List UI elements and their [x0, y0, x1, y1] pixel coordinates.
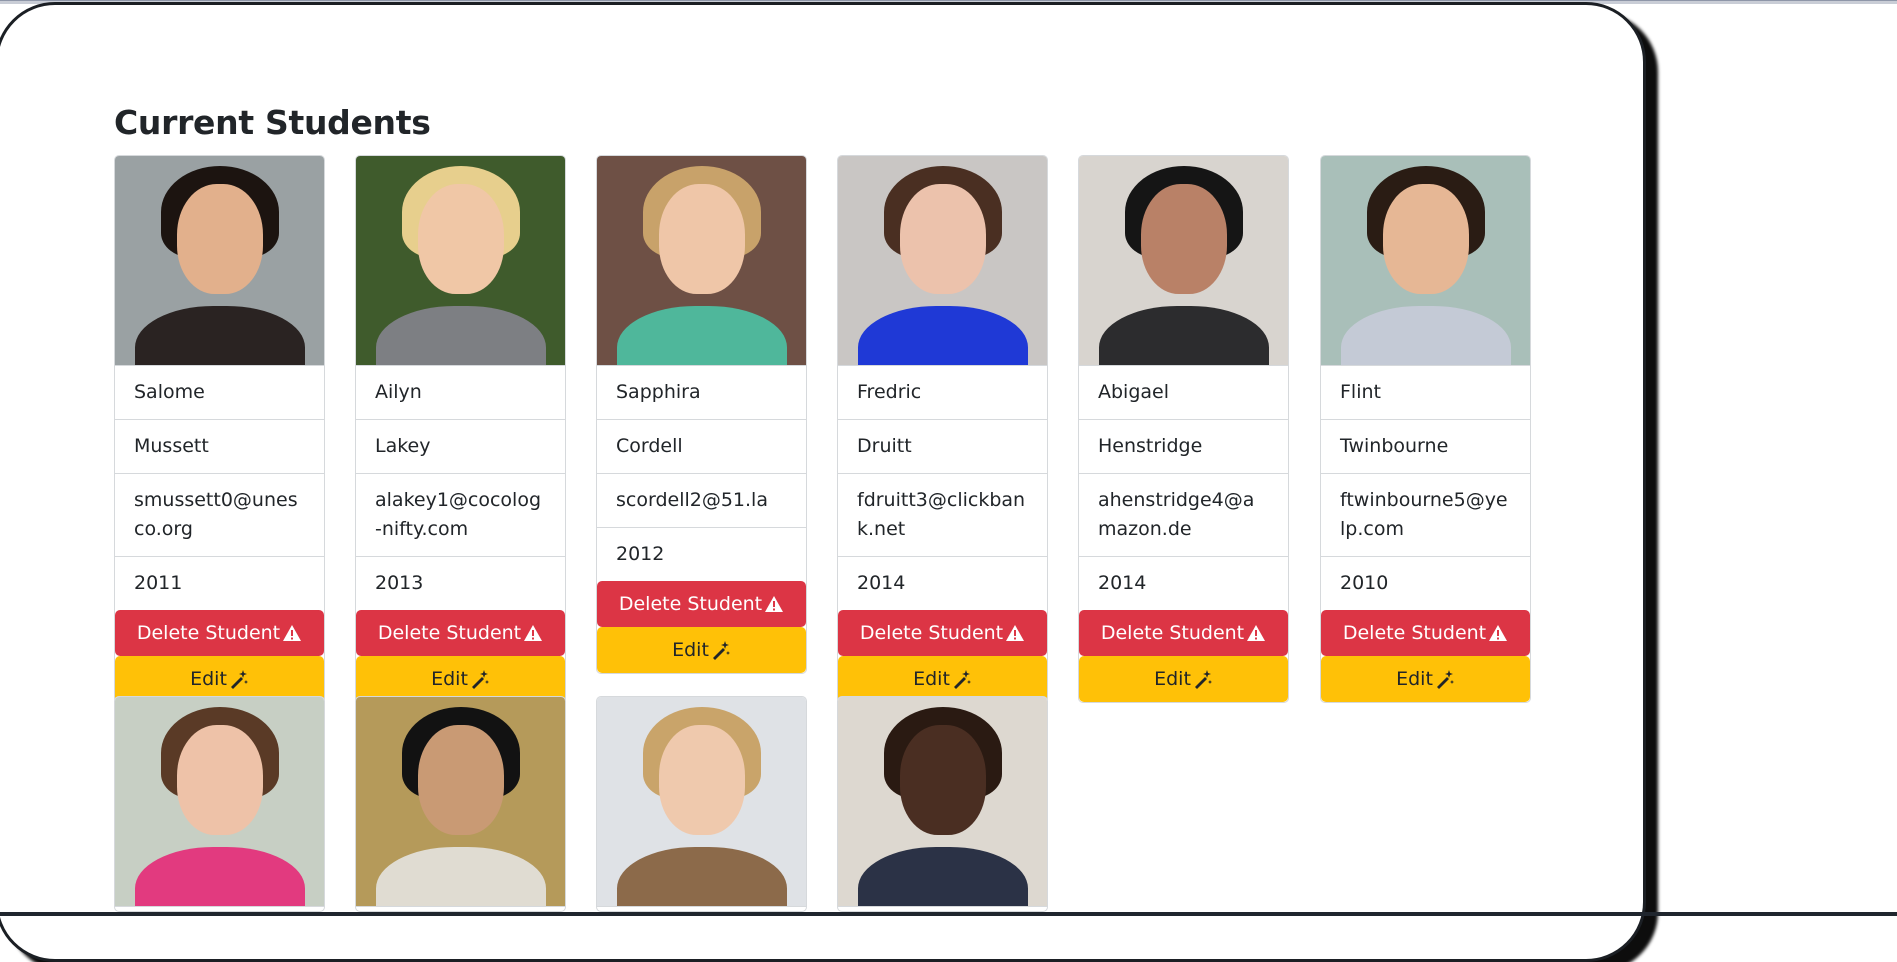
magic-wand-icon [712, 641, 730, 660]
student-email: ftwinbourne5@yelp.com [1321, 474, 1530, 557]
warning-triangle-icon [1489, 625, 1508, 641]
student-year: 2012 [616, 543, 665, 565]
student-email: fdruitt3@clickbank.net [838, 474, 1047, 557]
delete-student-button[interactable]: Delete Student [1321, 610, 1530, 656]
edit-label: Edit [1154, 668, 1191, 690]
delete-label: Delete Student [1342, 622, 1487, 644]
edit-student-button[interactable]: Edit [1079, 656, 1288, 702]
student-card: Salome Mussett smussett0@unesco.org 2011… [114, 155, 325, 703]
student-photo [115, 156, 324, 366]
magic-wand-icon [1194, 670, 1212, 689]
student-photo [1079, 156, 1288, 366]
page-title: Current Students [114, 103, 431, 142]
student-photo [597, 156, 806, 366]
warning-triangle-icon [524, 625, 543, 641]
edit-label: Edit [190, 668, 227, 690]
warning-triangle-icon [1006, 625, 1025, 641]
student-year: 2013 [375, 572, 424, 594]
student-first-name: Abigael [1079, 366, 1288, 420]
student-year: 2010 [1340, 572, 1389, 594]
student-card [355, 696, 566, 912]
student-card: Fredric Druitt fdruitt3@clickbank.net 20… [837, 155, 1048, 703]
student-email: smussett0@unesco.org [115, 474, 324, 557]
edit-student-button[interactable]: Edit [1321, 656, 1530, 702]
student-last-name: Mussett [115, 420, 324, 474]
edit-label: Edit [1396, 668, 1433, 690]
student-card: Flint Twinbourne ftwinbourne5@yelp.com 2… [1320, 155, 1531, 703]
edit-label: Edit [431, 668, 468, 690]
student-first-name: Flint [1321, 366, 1530, 420]
student-email: ahenstridge4@amazon.de [1079, 474, 1288, 557]
student-photo [1321, 156, 1530, 366]
student-last-name: Lakey [356, 420, 565, 474]
student-photo [597, 697, 806, 907]
student-email: scordell2@51.la [597, 474, 806, 528]
student-first-name: Salome [115, 366, 324, 420]
student-last-name: Cordell [597, 420, 806, 474]
student-last-name: Henstridge [1079, 420, 1288, 474]
student-photo [838, 156, 1047, 366]
delete-student-button[interactable]: Delete Student [1079, 610, 1288, 656]
delete-label: Delete Student [377, 622, 522, 644]
delete-student-button[interactable]: Delete Student [356, 610, 565, 656]
delete-student-button[interactable]: Delete Student [597, 581, 806, 627]
delete-label: Delete Student [1100, 622, 1245, 644]
edit-label: Edit [913, 668, 950, 690]
delete-label: Delete Student [618, 593, 763, 615]
student-card: Sapphira Cordell scordell2@51.la 2012 De… [596, 155, 807, 674]
student-first-name: Ailyn [356, 366, 565, 420]
delete-student-button[interactable]: Delete Student [115, 610, 324, 656]
magic-wand-icon [1436, 670, 1454, 689]
edit-label: Edit [672, 639, 709, 661]
student-last-name: Twinbourne [1321, 420, 1530, 474]
student-first-name: Fredric [838, 366, 1047, 420]
student-year: 2014 [857, 572, 906, 594]
warning-triangle-icon [283, 625, 302, 641]
delete-label: Delete Student [859, 622, 1004, 644]
student-photo [356, 156, 565, 366]
student-photo [115, 697, 324, 907]
delete-student-button[interactable]: Delete Student [838, 610, 1047, 656]
student-photo [838, 697, 1047, 907]
student-year: 2014 [1098, 572, 1147, 594]
magic-wand-icon [471, 670, 489, 689]
warning-triangle-icon [765, 596, 784, 612]
student-card [837, 696, 1048, 912]
student-year: 2011 [134, 572, 183, 594]
student-last-name: Druitt [838, 420, 1047, 474]
delete-label: Delete Student [136, 622, 281, 644]
edit-student-button[interactable]: Edit [597, 627, 806, 673]
student-first-name: Sapphira [597, 366, 806, 420]
student-card [114, 696, 325, 912]
window-bottom-edge [0, 912, 1897, 916]
student-email: alakey1@cocolog-nifty.com [356, 474, 565, 557]
student-card: Ailyn Lakey alakey1@cocolog-nifty.com 20… [355, 155, 566, 703]
magic-wand-icon [953, 670, 971, 689]
magic-wand-icon [230, 670, 248, 689]
warning-triangle-icon [1247, 625, 1266, 641]
student-card: Abigael Henstridge ahenstridge4@amazon.d… [1078, 155, 1289, 703]
student-photo [356, 697, 565, 907]
student-card [596, 696, 807, 912]
